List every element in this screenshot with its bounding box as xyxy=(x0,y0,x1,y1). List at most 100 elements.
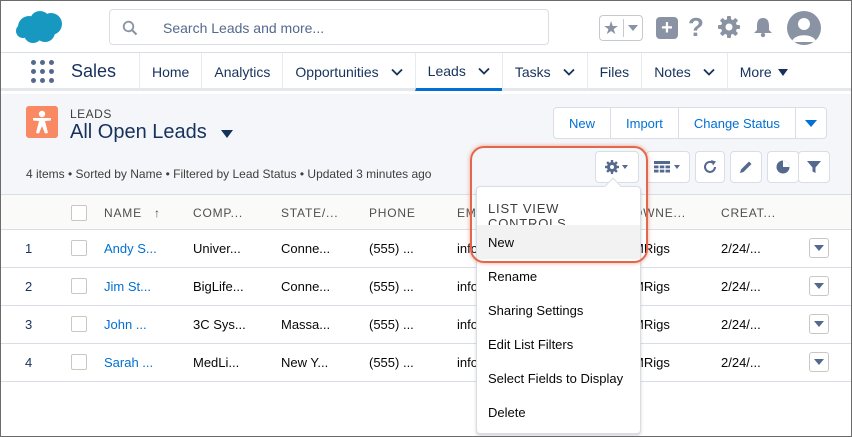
refresh-button[interactable] xyxy=(695,151,725,183)
global-search-input[interactable]: Search Leads and more... xyxy=(109,9,549,45)
menu-item-edit-list-filters[interactable]: Edit List Filters xyxy=(477,327,640,361)
charts-button[interactable] xyxy=(767,151,799,183)
nav-tab-tasks[interactable]: Tasks xyxy=(501,53,587,91)
email-cell: info xyxy=(457,279,478,294)
row-number: 4 xyxy=(25,355,33,370)
email-cell: info xyxy=(457,317,478,332)
state-cell: New Y... xyxy=(281,355,329,370)
callout-highlight xyxy=(470,146,648,263)
chevron-down-icon[interactable] xyxy=(391,66,403,78)
import-button[interactable]: Import xyxy=(611,108,679,138)
menu-item-rename[interactable]: Rename xyxy=(477,259,640,293)
row-number: 1 xyxy=(25,241,33,256)
created-cell: 2/24/... xyxy=(721,241,761,256)
app-window: Search Leads and more... ★ + ? Sales Hom… xyxy=(0,0,852,437)
column-label: NAME xyxy=(104,206,142,220)
state-cell: Conne... xyxy=(281,279,331,294)
list-view-switcher-icon[interactable] xyxy=(221,130,233,138)
select-all-checkbox[interactable] xyxy=(71,205,87,221)
nav-more-label: More xyxy=(739,64,772,80)
chevron-down-icon[interactable] xyxy=(478,65,490,77)
nav-tab-label: Leads xyxy=(427,62,466,79)
table-row[interactable]: 4 Sarah ... MedLi... New Y... (555) ... … xyxy=(1,344,851,382)
row-checkbox[interactable] xyxy=(71,278,87,294)
inline-edit-button[interactable] xyxy=(730,151,762,183)
row-actions-button[interactable] xyxy=(809,238,829,258)
nav-tab-analytics[interactable]: Analytics xyxy=(201,53,282,91)
nav-tab-home[interactable]: Home xyxy=(139,53,201,91)
lead-object-icon xyxy=(26,106,58,138)
table-row[interactable]: 1 Andy S... Univer... Conne... (555) ...… xyxy=(1,230,851,268)
lead-name-link[interactable]: Andy S... xyxy=(104,241,157,256)
list-view-header: LEADS All Open Leads New Import Change S… xyxy=(1,94,851,195)
bell-icon[interactable] xyxy=(752,16,774,38)
new-button[interactable]: New xyxy=(554,108,612,138)
caret-down-icon xyxy=(814,245,824,251)
divider xyxy=(623,19,624,37)
menu-item-delete[interactable]: Delete xyxy=(477,395,640,429)
help-icon[interactable]: ? xyxy=(688,11,704,43)
row-checkbox[interactable] xyxy=(71,316,87,332)
nav-tab-notes[interactable]: Notes xyxy=(641,53,727,91)
gear-icon[interactable] xyxy=(717,15,741,39)
caret-down-icon xyxy=(814,283,824,289)
nav-tab-label: Analytics xyxy=(214,64,271,80)
table-row[interactable]: 2 Jim St... BigLife... Conne... (555) ..… xyxy=(1,268,851,306)
column-header-phone[interactable]: PHONE xyxy=(369,206,416,220)
list-view-meta: 4 items • Sorted by Name • Filtered by L… xyxy=(26,167,432,181)
filters-button[interactable] xyxy=(798,151,830,183)
nav-tab-opportunities[interactable]: Opportunities xyxy=(282,53,414,91)
salesforce-cloud-logo[interactable] xyxy=(15,10,65,44)
chevron-down-icon[interactable] xyxy=(562,66,575,78)
menu-item-select-fields[interactable]: Select Fields to Display xyxy=(477,361,640,395)
nav-tab-label: Notes xyxy=(654,64,691,80)
sort-ascending-icon: ↑ xyxy=(154,206,161,220)
created-cell: 2/24/... xyxy=(721,355,761,370)
nav-more-menu[interactable]: More xyxy=(726,53,800,91)
search-icon xyxy=(122,20,138,36)
row-checkbox[interactable] xyxy=(71,240,87,256)
row-actions-button[interactable] xyxy=(809,352,829,372)
nav-tab-label: Opportunities xyxy=(295,64,379,80)
column-header-name[interactable]: NAME ↑ xyxy=(104,206,161,220)
created-cell: 2/24/... xyxy=(721,279,761,294)
column-header-company[interactable]: COMP... xyxy=(193,206,243,220)
menu-item-sharing-settings[interactable]: Sharing Settings xyxy=(477,293,640,327)
nav-tab-label: Home xyxy=(152,64,190,80)
nav-tab-label: Tasks xyxy=(514,64,551,80)
state-cell: Conne... xyxy=(281,241,331,256)
more-actions-button[interactable] xyxy=(796,108,826,138)
plus-icon[interactable]: + xyxy=(656,17,678,39)
company-cell: 3C Sys... xyxy=(193,317,246,332)
lead-name-link[interactable]: John ... xyxy=(104,317,147,332)
row-checkbox[interactable] xyxy=(71,354,87,370)
state-cell: Massa... xyxy=(281,317,331,332)
nav-tab-leads[interactable]: Leads xyxy=(414,53,502,91)
app-launcher-icon[interactable] xyxy=(31,60,55,84)
row-actions-button[interactable] xyxy=(809,314,829,334)
lead-name-link[interactable]: Jim St... xyxy=(104,279,151,294)
company-cell: Univer... xyxy=(193,241,241,256)
phone-cell: (555) ... xyxy=(369,279,414,294)
edit-icon xyxy=(740,161,752,173)
caret-down-icon xyxy=(814,359,824,365)
filter-icon xyxy=(807,161,821,173)
header-button-group: New Import Change Status xyxy=(553,107,827,139)
avatar-icon[interactable] xyxy=(787,11,821,45)
nav-tab-label: Files xyxy=(599,64,630,80)
list-view-title[interactable]: All Open Leads xyxy=(70,121,207,144)
column-header-state[interactable]: STATE/... xyxy=(281,206,338,220)
nav-tab-files[interactable]: Files xyxy=(586,53,642,91)
column-header-created[interactable]: CREAT... xyxy=(721,206,776,220)
lead-name-link[interactable]: Sarah ... xyxy=(104,355,153,370)
phone-cell: (555) ... xyxy=(369,317,414,332)
row-actions-button[interactable] xyxy=(809,276,829,296)
app-navigation-bar: Sales Home Analytics Opportunities Leads… xyxy=(1,53,851,91)
company-cell: BigLife... xyxy=(193,279,244,294)
display-as-button[interactable] xyxy=(646,151,690,183)
chevron-down-icon[interactable] xyxy=(703,66,715,78)
table-row[interactable]: 3 John ... 3C Sys... Massa... (555) ... … xyxy=(1,306,851,344)
email-cell: info xyxy=(457,355,478,370)
change-status-button[interactable]: Change Status xyxy=(679,108,796,138)
favorites-button[interactable]: ★ xyxy=(599,15,643,41)
